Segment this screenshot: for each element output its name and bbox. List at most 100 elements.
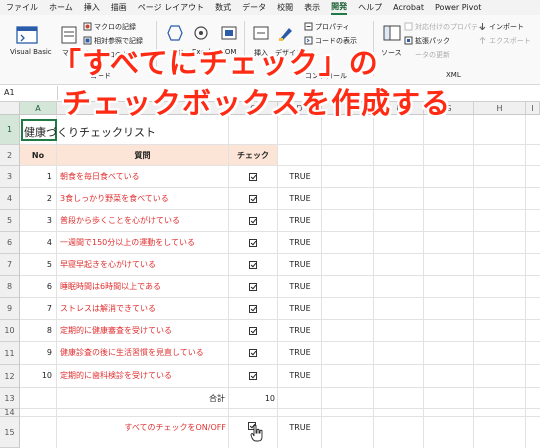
import-icon bbox=[479, 23, 486, 31]
overlay-title-line1: 「すべてにチェック」の bbox=[52, 46, 379, 80]
xml-source-icon[interactable] bbox=[382, 24, 402, 42]
toggle-all-value: TRUE bbox=[289, 423, 311, 432]
item-linked-value: TRUE bbox=[289, 260, 311, 269]
ribbon-tab[interactable]: Acrobat bbox=[393, 3, 424, 12]
item-linked-value: TRUE bbox=[289, 348, 311, 357]
item-question: 朝食を毎日食べている bbox=[60, 172, 140, 181]
item-number: 2 bbox=[46, 194, 52, 203]
ribbon-tab[interactable]: Power Pivot bbox=[435, 3, 481, 12]
item-linked-value: TRUE bbox=[289, 216, 311, 225]
item-question: 定期的に健康審査を受けている bbox=[60, 326, 172, 335]
header-question: 質問 bbox=[134, 151, 151, 160]
row-header[interactable]: 13 bbox=[0, 388, 20, 409]
item-checkbox[interactable] bbox=[249, 217, 257, 225]
item-question: 定期的に歯科検診を受けている bbox=[60, 371, 172, 380]
export-icon bbox=[479, 36, 486, 44]
column-header[interactable]: I bbox=[526, 102, 540, 115]
properties-button[interactable]: プロパティ bbox=[315, 22, 350, 32]
row-header[interactable]: 7 bbox=[0, 254, 20, 276]
name-box[interactable]: A1 bbox=[0, 86, 58, 100]
item-question: 3食しっかり野菜を食べている bbox=[60, 194, 169, 203]
item-checkbox[interactable] bbox=[249, 327, 257, 335]
ribbon-tab[interactable]: ページ レイアウト bbox=[138, 2, 204, 13]
ribbon-tabs: ファイル ホーム 挿入 描画 ページ レイアウト 数式 データ 校閲 表示 開発 ヘルプ Acroba… bbox=[0, 0, 540, 15]
row-header[interactable]: 6 bbox=[0, 232, 20, 254]
properties-icon bbox=[304, 22, 313, 31]
item-checkbox[interactable] bbox=[249, 239, 257, 247]
item-linked-value: TRUE bbox=[289, 326, 311, 335]
item-linked-value: TRUE bbox=[289, 304, 311, 313]
select-all-corner[interactable] bbox=[0, 102, 20, 115]
xml-source-button[interactable]: ソース bbox=[381, 48, 402, 58]
ribbon-tab[interactable]: 表示 bbox=[304, 2, 320, 13]
export-button[interactable]: エクスポート bbox=[489, 36, 531, 46]
ribbon-tab[interactable]: 描画 bbox=[111, 2, 127, 13]
row-header[interactable]: 3 bbox=[0, 166, 20, 188]
ribbon-tab[interactable]: ヘルプ bbox=[358, 2, 382, 13]
item-checkbox[interactable] bbox=[249, 195, 257, 203]
column-header[interactable]: H bbox=[474, 102, 526, 115]
item-number: 3 bbox=[46, 216, 52, 225]
toggle-all-label: すべてのチェックをON/OFF bbox=[124, 423, 226, 432]
item-linked-value: TRUE bbox=[289, 172, 311, 181]
item-checkbox[interactable] bbox=[249, 349, 257, 357]
row-header[interactable]: 10 bbox=[0, 320, 20, 342]
item-checkbox[interactable] bbox=[249, 305, 257, 313]
record-macro-button[interactable]: マクロの記録 bbox=[94, 22, 136, 32]
item-number: 1 bbox=[46, 172, 52, 181]
record-macro-icon bbox=[83, 22, 92, 31]
header-check: チェック bbox=[237, 151, 269, 160]
item-linked-value: TRUE bbox=[289, 238, 311, 247]
row-header[interactable]: 5 bbox=[0, 210, 20, 232]
item-question: 睡眠時間は6時間以上である bbox=[60, 282, 162, 291]
total-value: 10 bbox=[264, 394, 275, 403]
item-number: 4 bbox=[46, 238, 52, 247]
row-header[interactable]: 4 bbox=[0, 188, 20, 210]
item-number: 6 bbox=[46, 282, 52, 291]
total-label: 合計 bbox=[209, 394, 225, 403]
ribbon-tab[interactable]: データ bbox=[242, 2, 266, 13]
overlay-title-line2: チェックボックスを作成する bbox=[62, 86, 452, 120]
item-linked-value: TRUE bbox=[289, 194, 311, 203]
map-properties-icon bbox=[404, 22, 413, 31]
import-button[interactable]: インポート bbox=[489, 22, 524, 32]
expansion-pack-icon bbox=[404, 36, 413, 45]
item-question: 一週間で150分以上の運動をしている bbox=[60, 238, 196, 247]
map-properties-button[interactable]: 対応付けのプロパティ bbox=[415, 22, 485, 32]
ribbon-tab[interactable]: 挿入 bbox=[84, 2, 100, 13]
refresh-data-button[interactable]: ータの更新 bbox=[415, 50, 450, 60]
row-header[interactable]: 12 bbox=[0, 365, 20, 388]
row-header[interactable]: 8 bbox=[0, 276, 20, 298]
item-number: 9 bbox=[46, 348, 52, 357]
xml-group-label: XML bbox=[446, 71, 461, 79]
row-header[interactable]: 2 bbox=[0, 145, 20, 166]
expansion-pack-button[interactable]: 拡張パック bbox=[415, 36, 450, 46]
visual-basic-button[interactable]: Visual Basic bbox=[10, 48, 52, 56]
visual-basic-icon[interactable] bbox=[16, 25, 38, 45]
item-checkbox[interactable] bbox=[249, 372, 257, 380]
item-number: 5 bbox=[46, 260, 52, 269]
ribbon-tab[interactable]: 開発 bbox=[331, 1, 348, 15]
item-checkbox[interactable] bbox=[249, 173, 257, 181]
excel-window: ファイル ホーム 挿入 描画 ページ レイアウト 数式 データ 校閲 表示 開発 ヘルプ Acroba… bbox=[0, 0, 540, 448]
item-number: 10 bbox=[41, 371, 52, 380]
item-question: 早寝早起きを心がけている bbox=[60, 260, 156, 269]
ribbon-tab[interactable]: 校閲 bbox=[277, 2, 293, 13]
item-linked-value: TRUE bbox=[289, 371, 311, 380]
item-checkbox[interactable] bbox=[249, 283, 257, 291]
row-header[interactable]: 11 bbox=[0, 342, 20, 365]
item-question: ストレスは解消できている bbox=[60, 304, 156, 313]
row-header[interactable]: 14 bbox=[0, 409, 20, 417]
item-number: 7 bbox=[46, 304, 52, 313]
item-number: 8 bbox=[46, 326, 52, 335]
row-header[interactable]: 15 bbox=[0, 417, 20, 448]
ribbon-tab[interactable]: ホーム bbox=[49, 2, 73, 13]
ribbon-tab[interactable]: ファイル bbox=[6, 2, 38, 13]
row-header[interactable]: 1 bbox=[0, 115, 20, 145]
item-question: 普段から歩くことを心がけている bbox=[60, 216, 180, 225]
row-header[interactable]: 9 bbox=[0, 298, 20, 320]
item-checkbox[interactable] bbox=[249, 261, 257, 269]
column-header[interactable]: A bbox=[20, 102, 57, 115]
ribbon-tab[interactable]: 数式 bbox=[215, 2, 231, 13]
header-no: No bbox=[31, 151, 45, 160]
